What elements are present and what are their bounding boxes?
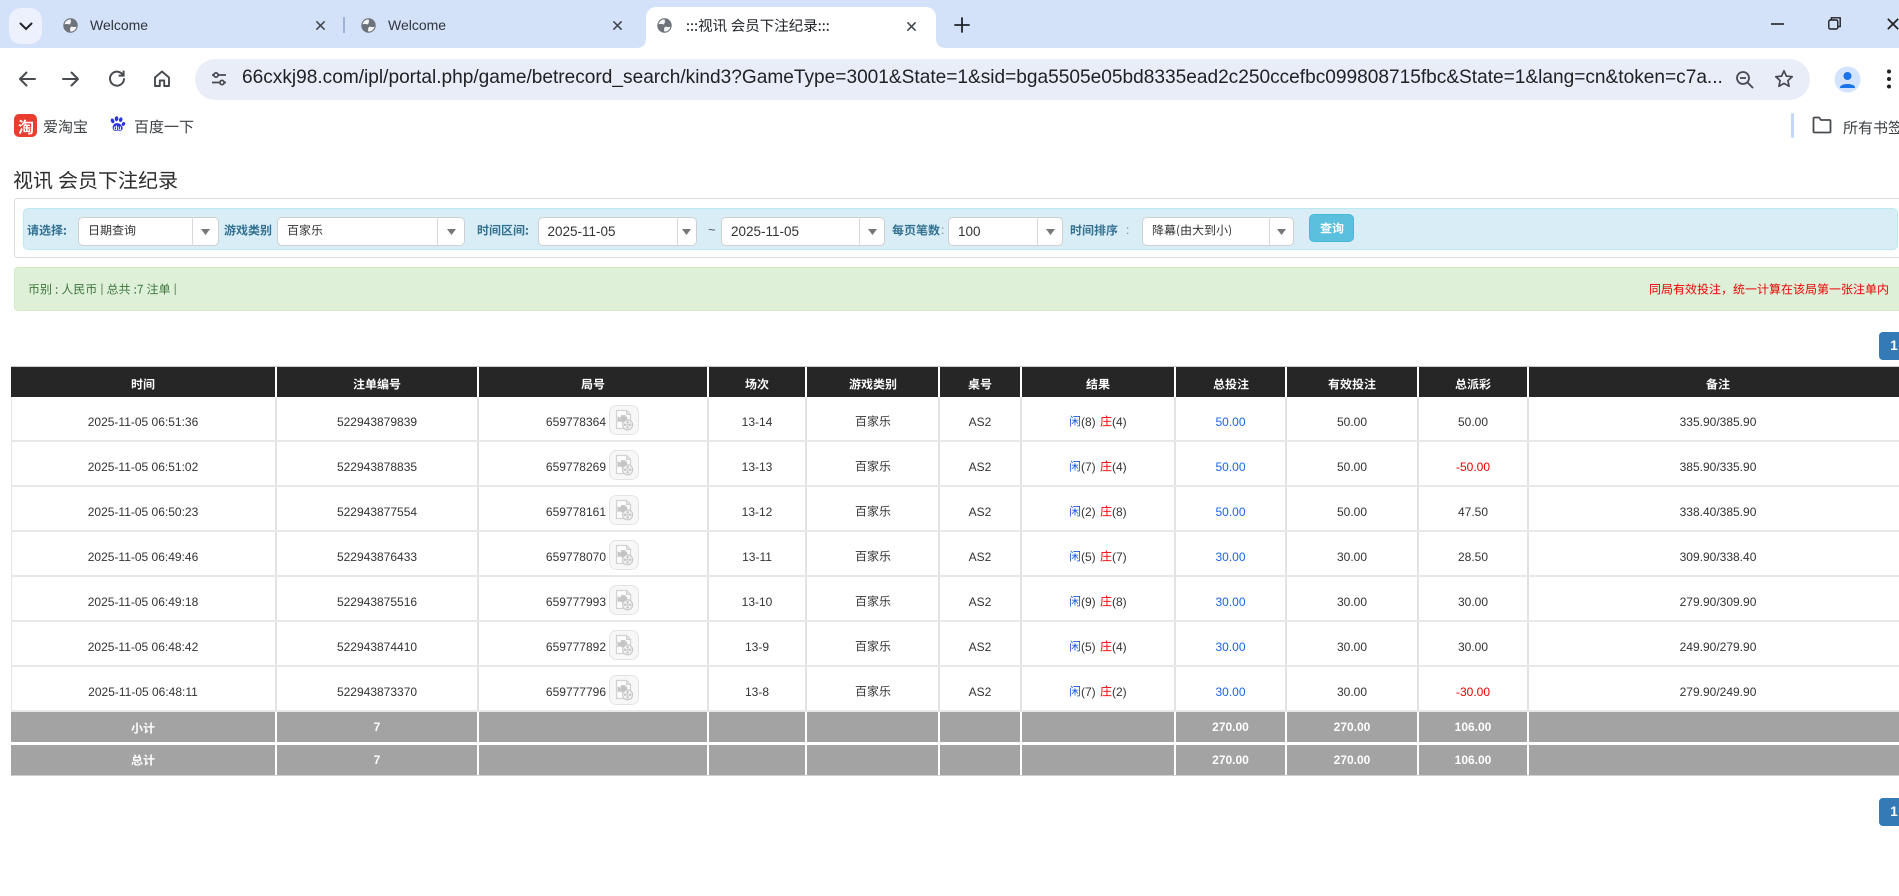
- svg-text:du: du: [114, 125, 122, 132]
